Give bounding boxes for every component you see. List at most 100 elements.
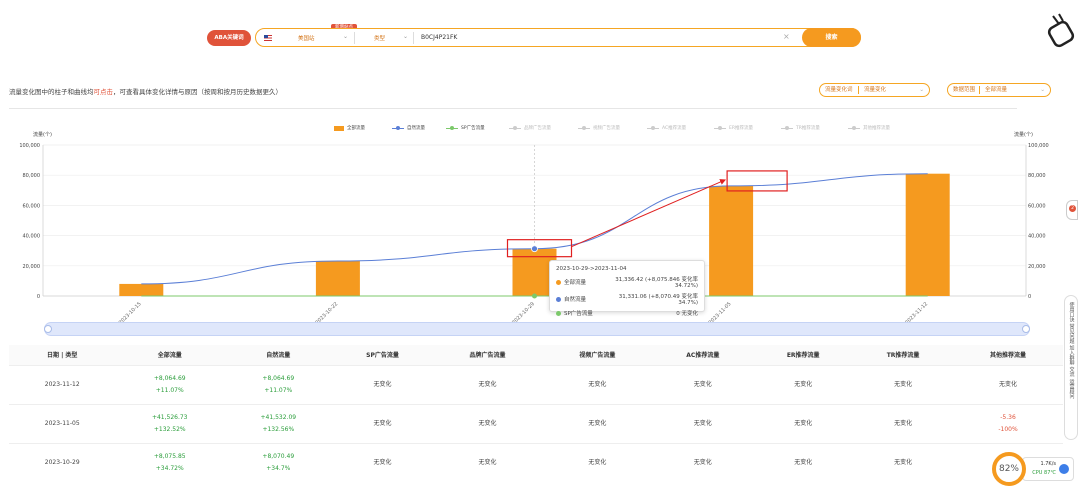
- table-cell: +41,526.73 +132.52%: [115, 403, 225, 443]
- y-tick-label-right: 40,000: [1028, 234, 1046, 240]
- cpu-usage-ring: 82%: [992, 452, 1026, 486]
- table-row[interactable]: 2023-11-05 +41,526.73 +132.52% +41,532.09 +1…: [9, 403, 1063, 443]
- cell-value: +8,075.85: [153, 452, 186, 460]
- table-cell: 无变化: [542, 442, 653, 482]
- metric-select-value: 流量变化: [864, 87, 887, 93]
- chart-info-text: 流量变化图中的柱子和曲线均可点击，可查看具体变化详情与原因（按周和按月历史数据更…: [9, 86, 282, 96]
- bar-all-traffic[interactable]: [119, 283, 164, 296]
- bar-all-traffic[interactable]: [315, 260, 360, 296]
- cell-value: +8,064.69: [153, 374, 186, 382]
- table-cell: 无变化: [853, 364, 954, 404]
- tooltip-row: 全部流量 31,336.42 (+8,075.846 变化率34.72%): [556, 275, 698, 289]
- top-bar: ABA关键词 新增站点 美国站 ⌄ 类型 ⌄ B0CJ4P21FK × 搜索: [0, 0, 1080, 80]
- cell-percent: +34.7%: [266, 464, 291, 472]
- keyword-tool-button[interactable]: ABA关键词: [207, 30, 251, 46]
- table-cell: 无变化: [753, 442, 854, 482]
- table-body: 2023-11-12 +8,064.69 +11.07% +8,064.69 +11.0…: [9, 364, 1063, 482]
- table-cell: 无变化: [652, 403, 754, 443]
- tooltip-value: 31,331.06 (+8,070.49 变化率34.7%): [618, 294, 698, 306]
- clickable-hint: 可点击: [93, 88, 114, 96]
- table-header-cell: 其他推荐流量: [953, 345, 1063, 365]
- search-button[interactable]: 搜索: [802, 28, 861, 47]
- asin-input[interactable]: B0CJ4P21FK: [421, 34, 457, 41]
- annotation-arrow: [571, 179, 727, 248]
- tooltip-series: 自然流量: [564, 297, 587, 303]
- y-tick-label-left: 80,000: [23, 173, 41, 179]
- side-notification[interactable]: 2: [1066, 200, 1078, 220]
- y-tick-label-right: 60,000: [1028, 203, 1046, 209]
- table-header-cell: 视频广告流量: [542, 345, 653, 365]
- y-tick-label-left: 20,000: [23, 264, 41, 270]
- chart-zoom-slider[interactable]: [44, 322, 1030, 336]
- table-cell: +8,070.49 +34.7%: [224, 442, 333, 482]
- table-cell: -5.36 -100%: [953, 403, 1063, 443]
- cell-value: +8,064.69: [262, 374, 295, 382]
- point-natural-traffic[interactable]: [531, 245, 538, 253]
- table-header: 日期 | 类型 全部流量 自然流量 SP广告流量 品牌广告流量 视频广告流量 AC推荐流量 E…: [9, 345, 1063, 365]
- chart-tooltip: 2023-10-29->2023-11-04 全部流量 31,336.42 (+8…: [549, 260, 705, 317]
- table-cell: 2023-11-05: [9, 403, 116, 443]
- site-select[interactable]: 美国站: [298, 34, 315, 42]
- traffic-chart[interactable]: 流量(个) 流量(个) 0 0 20,000 20,000 40,000 40,000 60,0…: [0, 118, 1080, 336]
- table-cell: 无变化: [432, 364, 543, 404]
- metric-select-label: 流量变化词: [825, 87, 853, 93]
- point-sp-traffic[interactable]: [532, 293, 537, 299]
- bar-all-traffic[interactable]: [905, 173, 950, 296]
- cpu-monitor-widget[interactable]: 1.7K/s CPU 87℃ 82%: [992, 452, 1080, 486]
- table-row[interactable]: 2023-11-12 +8,064.69 +11.07% +8,064.69 +11.0…: [9, 364, 1063, 404]
- table-cell: 无变化: [853, 442, 954, 482]
- y-tick-label-left: 60,000: [23, 203, 41, 209]
- info-prefix: 流量变化图中的柱子和曲线均: [9, 88, 94, 96]
- table-cell: +8,075.85 +34.72%: [115, 442, 225, 482]
- table-cell: 无变化: [753, 403, 854, 443]
- cell-percent: +11.07%: [155, 386, 184, 394]
- cell-value: 无变化: [999, 380, 1018, 388]
- y-tick-label-right: 20,000: [1028, 264, 1046, 270]
- cell-percent: +11.07%: [264, 386, 293, 394]
- table-cell: 无变化: [542, 364, 653, 404]
- table-cell: 无变化: [332, 442, 433, 482]
- table-cell: 无变化: [652, 364, 754, 404]
- divider: [354, 32, 355, 44]
- table-cell: 无变化: [332, 364, 433, 404]
- slider-handle-right[interactable]: [1022, 325, 1030, 333]
- table-cell: 无变化: [432, 442, 543, 482]
- y-axis-title-right: 流量(个): [1014, 131, 1033, 138]
- divider: [413, 32, 414, 44]
- y-tick-label-right: 100,000: [1028, 143, 1049, 149]
- y-tick-label-right: 80,000: [1028, 173, 1046, 179]
- clear-icon[interactable]: ×: [783, 32, 790, 41]
- table-cell: +8,064.69 +11.07%: [224, 364, 333, 404]
- y-tick-label-left: 100,000: [19, 143, 40, 149]
- tooltip-row: 自然流量 31,331.06 (+8,070.49 变化率34.7%): [556, 292, 698, 306]
- notification-badge: 2: [1069, 205, 1076, 212]
- metric-select[interactable]: 流量变化词 流量变化 ⌄: [819, 83, 930, 97]
- table-cell: 无变化: [542, 403, 653, 443]
- table-row[interactable]: 2023-10-29 +8,075.85 +34.72% +8,070.49 +34.7…: [9, 442, 1063, 482]
- cell-percent: +132.52%: [153, 425, 186, 433]
- table-cell: 无变化: [953, 364, 1063, 404]
- cell-value: +41,526.73: [151, 413, 188, 421]
- cell-percent: -100%: [998, 425, 1018, 433]
- tooltip-row: SP广告流量 0 无变化: [556, 309, 698, 317]
- tooltip-value: 31,336.42 (+8,075.846 变化率34.72%): [615, 277, 698, 289]
- plugin-icon[interactable]: [1043, 12, 1077, 48]
- table-cell: 2023-11-12: [9, 364, 116, 404]
- side-toolbar[interactable]: 使用口诀 常见问题 加入群聊 交流 运营顾问: [1064, 295, 1078, 440]
- y-tick-label-left: 40,000: [23, 234, 41, 240]
- y-axis-title-left: 流量(个): [33, 131, 52, 138]
- scope-select-value: 全部流量: [985, 87, 1008, 93]
- slider-handle-left[interactable]: [44, 325, 52, 333]
- table-cell: +8,064.69 +11.07%: [115, 364, 225, 404]
- type-select[interactable]: 类型: [374, 34, 385, 42]
- boost-icon[interactable]: [1059, 464, 1069, 474]
- tooltip-series: SP广告流量: [564, 311, 593, 317]
- chevron-down-icon: ⌄: [343, 33, 349, 40]
- tooltip-value: 0 无变化: [676, 311, 698, 317]
- scope-select[interactable]: 数据范围 全部流量 ⌄: [947, 83, 1051, 97]
- bar-all-traffic[interactable]: [709, 185, 754, 296]
- cell-value: +41,532.09: [260, 413, 297, 421]
- table-cell: +41,532.09 +132.56%: [224, 403, 333, 443]
- table-cell: 无变化: [652, 442, 754, 482]
- table-cell: 无变化: [853, 403, 954, 443]
